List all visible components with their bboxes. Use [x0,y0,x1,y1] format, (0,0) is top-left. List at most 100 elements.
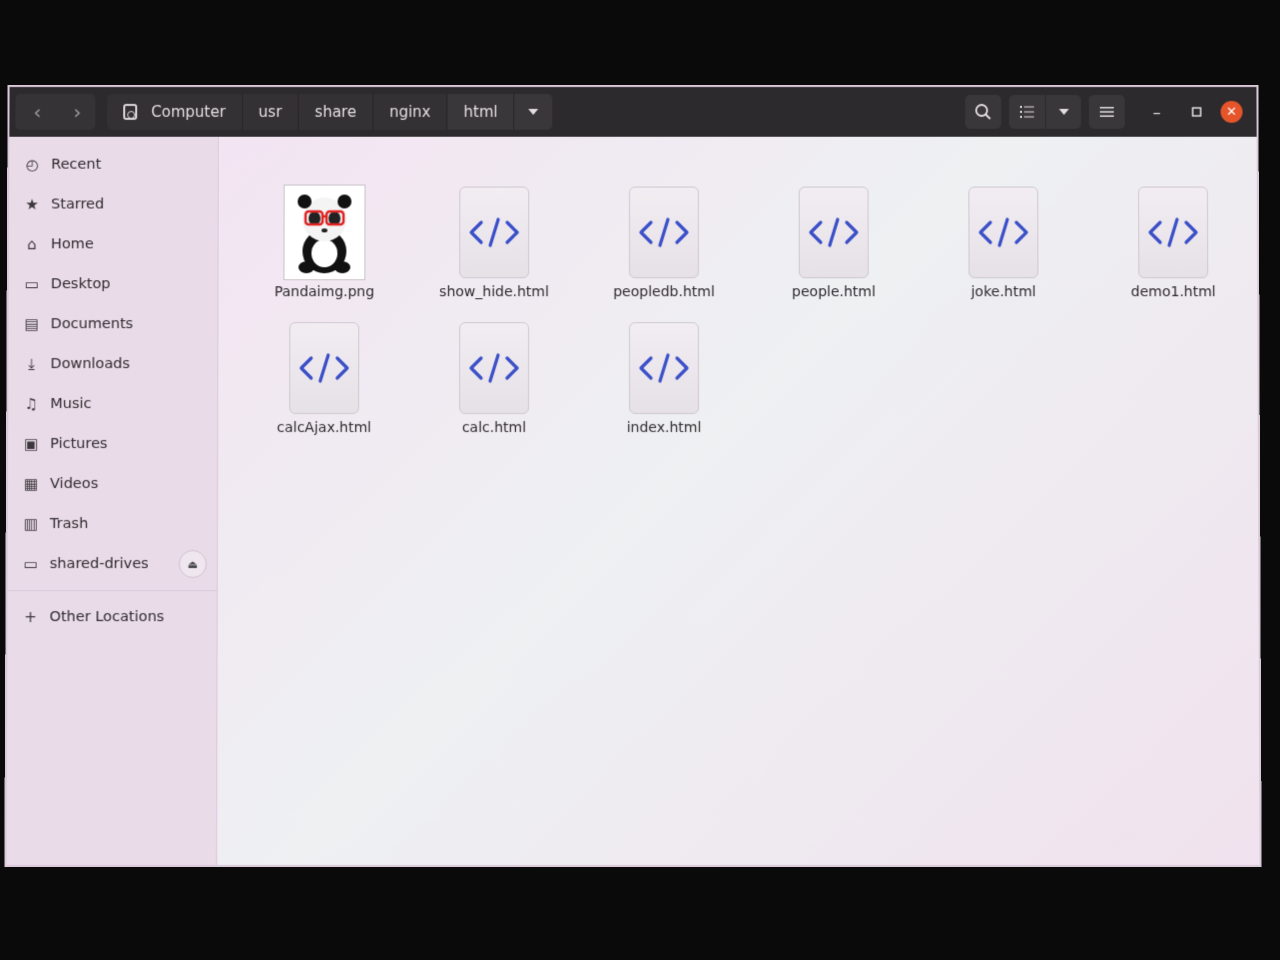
file-name: people.html [792,284,876,300]
view-options-button[interactable] [1045,95,1081,129]
code-icon [297,350,351,386]
sidebar-item-recent[interactable]: ◴ Recent [9,145,218,185]
sidebar-item-documents[interactable]: ▤ Documents [9,304,218,344]
back-button[interactable]: ‹ [19,94,55,130]
path-menu-button[interactable] [515,94,553,130]
file-item[interactable]: joke.html [918,187,1088,301]
header-bar: ‹ › Computer usr share nginx html – ✕ [9,87,1256,137]
desktop-icon: ▭ [23,275,41,293]
html-file-icon [629,322,699,414]
crumb-computer[interactable]: Computer [107,94,242,130]
code-icon [467,350,521,386]
home-icon: ⌂ [23,235,41,253]
html-file-icon [289,322,359,414]
sidebar-item-trash[interactable]: ▥ Trash [8,504,217,544]
file-name: demo1.html [1131,284,1216,300]
chevron-left-icon: ‹ [33,100,41,124]
downloads-icon: ⤓ [22,355,40,373]
maximize-icon [1192,107,1202,117]
sidebar-item-pictures[interactable]: ▣ Pictures [8,424,217,464]
sidebar-item-label: Starred [51,197,104,213]
sidebar-item-label: Other Locations [49,609,164,625]
file-item[interactable]: Pandaimg.png [239,187,409,301]
search-button[interactable] [965,95,1001,129]
sidebar-item-music[interactable]: ♫ Music [8,384,217,424]
image-thumbnail [283,185,365,281]
list-view-icon [1019,104,1035,120]
sidebar-item-label: Recent [51,157,101,173]
code-icon [976,214,1030,250]
file-thumbnail [459,187,529,279]
file-name: joke.html [971,284,1036,300]
sidebar-item-home[interactable]: ⌂ Home [9,224,218,264]
file-item[interactable]: show_hide.html [409,187,579,301]
file-item[interactable]: peopledb.html [579,187,749,301]
file-thumbnail [629,322,699,414]
code-icon [807,214,861,250]
close-button[interactable]: ✕ [1221,101,1243,123]
videos-icon: ▦ [22,475,40,493]
minimize-button[interactable]: – [1139,95,1175,129]
crumb-usr[interactable]: usr [242,94,298,130]
file-item[interactable]: calcAjax.html [239,322,409,436]
chevron-right-icon: › [73,100,81,124]
code-icon [637,350,691,386]
file-item[interactable]: demo1.html [1088,187,1258,301]
music-icon: ♫ [22,395,40,413]
code-icon [1146,214,1200,250]
sidebar-item-shared-drives[interactable]: ▭ shared-drives ⏏ [8,544,217,584]
crumb-label: share [315,103,357,121]
file-name: calc.html [462,420,526,436]
crumb-html[interactable]: html [448,94,515,130]
code-icon [637,214,691,250]
path-bar: Computer usr share nginx html [107,94,552,130]
file-grid: Pandaimg.png show_hide.html peopledb.html p… [239,187,1259,436]
documents-icon: ▤ [23,315,41,333]
trash-icon: ▥ [22,515,40,533]
file-item[interactable]: index.html [579,322,749,436]
maximize-button[interactable] [1179,95,1215,129]
sidebar-item-label: Downloads [50,356,130,372]
file-name: Pandaimg.png [274,284,374,300]
crumb-share[interactable]: share [299,94,373,130]
list-view-button[interactable] [1009,95,1045,129]
sidebar-item-label: shared-drives [50,556,149,572]
hamburger-icon [1100,106,1114,118]
file-thumbnail [968,187,1038,279]
view-toggle-group [1009,95,1081,129]
file-item[interactable]: calc.html [409,322,579,436]
sidebar-divider [8,590,217,591]
close-icon: ✕ [1226,104,1237,119]
sidebar-item-label: Documents [51,316,134,332]
star-icon: ★ [23,196,41,214]
sidebar-item-downloads[interactable]: ⤓ Downloads [8,344,217,384]
file-item[interactable]: people.html [749,187,919,301]
sidebar-item-starred[interactable]: ★ Starred [9,185,218,225]
panda-image-icon [284,190,364,276]
sidebar-item-videos[interactable]: ▦ Videos [8,464,217,504]
plus-icon: + [21,608,39,626]
crumb-label: usr [258,103,281,121]
search-icon [974,103,992,121]
file-thumbnail [799,187,869,279]
crumb-nginx[interactable]: nginx [373,94,447,130]
forward-button[interactable]: › [59,94,95,130]
sidebar-item-label: Home [51,236,94,252]
html-file-icon [968,187,1038,279]
file-name: calcAjax.html [277,420,372,436]
clock-icon: ◴ [23,156,41,174]
nav-buttons: ‹ › [15,94,95,130]
sidebar-item-other-locations[interactable]: + Other Locations [7,597,216,637]
html-file-icon [1138,187,1208,279]
main-menu-button[interactable] [1089,95,1125,129]
crumb-label: nginx [389,103,431,121]
file-name: peopledb.html [613,284,714,300]
sidebar-item-desktop[interactable]: ▭ Desktop [9,264,218,304]
eject-button[interactable]: ⏏ [179,550,207,578]
code-icon [467,214,521,250]
file-name: index.html [627,420,702,436]
sidebar-item-label: Videos [50,476,98,492]
html-file-icon [629,187,699,279]
sidebar: ◴ Recent ★ Starred ⌂ Home ▭ Desktop ▤ Do… [6,137,219,865]
drive-icon [123,104,137,120]
